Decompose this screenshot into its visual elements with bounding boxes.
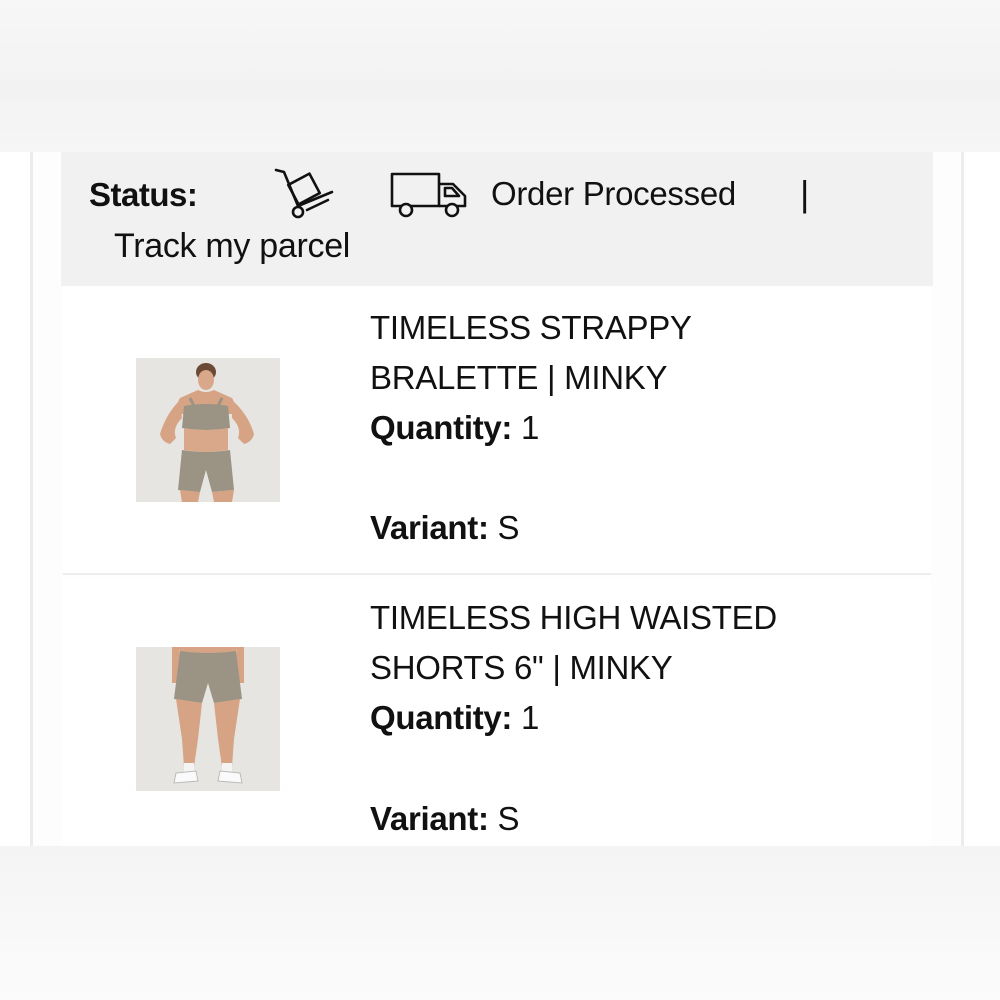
cart-dolly-icon (274, 164, 338, 220)
variant-label: Variant: (370, 509, 489, 546)
order-item: TIMELESS HIGH WAISTED SHORTS 6" | MINKY … (63, 577, 931, 846)
variant-value: S (497, 800, 520, 837)
variant-row: Variant: S (370, 800, 520, 838)
status-separator: | (800, 173, 810, 214)
variant-label: Variant: (370, 800, 489, 837)
product-photo-shorts-icon (136, 647, 280, 791)
delivery-truck-icon (389, 170, 471, 218)
variant-value: S (497, 509, 520, 546)
quantity-row: Quantity: 1 (370, 409, 539, 447)
product-title-line: TIMELESS HIGH WAISTED (370, 599, 777, 636)
product-title-line: BRALETTE | MINKY (370, 359, 668, 396)
product-title[interactable]: TIMELESS HIGH WAISTED SHORTS 6" | MINKY (370, 593, 910, 693)
product-photo-bralette-icon (136, 358, 280, 502)
blurred-bottom-margin (0, 846, 1000, 1000)
order-status-text: Order Processed (491, 175, 736, 212)
status-label: Status: (89, 176, 198, 213)
track-parcel-link[interactable]: Track my parcel (114, 227, 350, 266)
order-item: TIMELESS STRAPPY BRALETTE | MINKY Quanti… (63, 287, 931, 575)
product-title-line: SHORTS 6" | MINKY (370, 649, 673, 686)
page: Status: Order Processed | Track my parce… (0, 0, 1000, 1000)
product-title[interactable]: TIMELESS STRAPPY BRALETTE | MINKY (370, 303, 910, 403)
product-title-line: TIMELESS STRAPPY (370, 309, 692, 346)
quantity-value: 1 (521, 409, 540, 446)
quantity-label: Quantity: (370, 699, 513, 736)
product-image[interactable] (136, 647, 280, 791)
status-bar: Status: Order Processed | Track my parce… (61, 152, 933, 286)
quantity-label: Quantity: (370, 409, 513, 446)
product-image[interactable] (136, 358, 280, 502)
blurred-top-margin (0, 0, 1000, 152)
variant-row: Variant: S (370, 509, 520, 547)
quantity-value: 1 (521, 699, 540, 736)
order-card: Status: Order Processed | Track my parce… (30, 152, 964, 846)
quantity-row: Quantity: 1 (370, 699, 539, 737)
